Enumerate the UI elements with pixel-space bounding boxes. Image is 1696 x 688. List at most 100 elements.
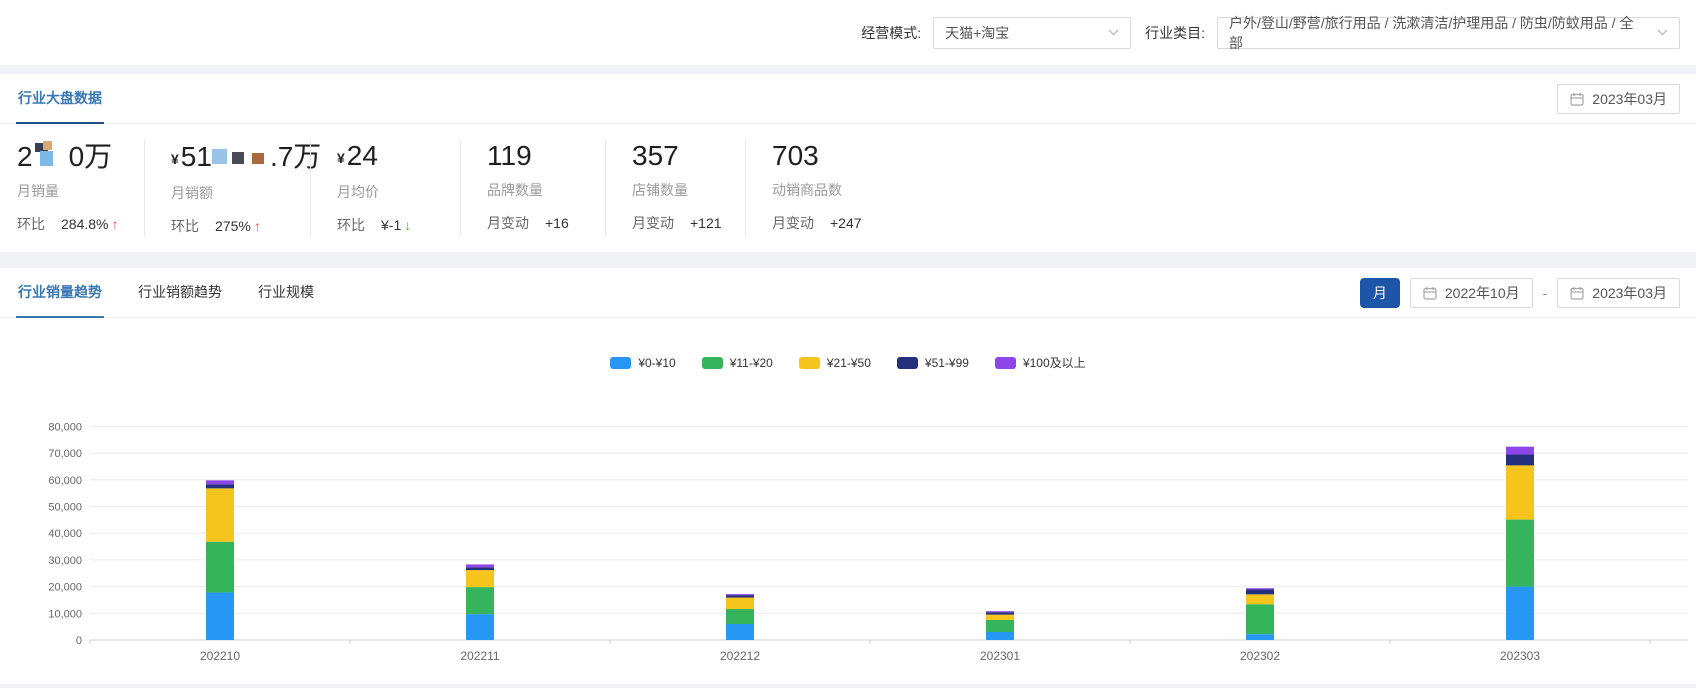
stat-value: 357 bbox=[632, 140, 679, 171]
overview-tabrow: 行业大盘数据 2023年03月 bbox=[0, 74, 1696, 124]
bar-segment[interactable] bbox=[1246, 594, 1274, 605]
trend-tab-1[interactable]: 行业销额趋势 bbox=[136, 268, 224, 318]
stat-card: 703 动销商品数月变动 +247 bbox=[745, 140, 862, 236]
y-axis-label: 40,000 bbox=[48, 528, 82, 540]
legend-swatch bbox=[798, 356, 820, 369]
sales-chart[interactable]: 0 10,000 20,000 30,000 40,000 50,000 60,000 70,… bbox=[0, 383, 1696, 688]
calendar-icon bbox=[1570, 286, 1584, 300]
tab-industry-overview[interactable]: 行业大盘数据 bbox=[16, 74, 104, 124]
overview-date-picker[interactable]: 2023年03月 bbox=[1557, 83, 1680, 114]
bar-segment[interactable] bbox=[1246, 589, 1274, 595]
stat-label: 月销量 bbox=[17, 183, 59, 199]
x-axis-label: 202212 bbox=[720, 649, 760, 663]
bar-segment[interactable] bbox=[206, 480, 234, 485]
bar-segment[interactable] bbox=[1246, 634, 1274, 640]
bar-segment[interactable] bbox=[1506, 465, 1534, 520]
legend-label: ¥21-¥50 bbox=[826, 355, 871, 370]
date-range-start-value: 2022年10月 bbox=[1444, 284, 1520, 301]
bar-segment[interactable] bbox=[986, 612, 1014, 615]
stat-sub: 月变动 +16 bbox=[487, 215, 569, 231]
calendar-icon bbox=[1570, 92, 1584, 106]
stat-sub: 月变动 +121 bbox=[632, 215, 722, 231]
trend-tab-2[interactable]: 行业规模 bbox=[256, 268, 316, 318]
legend-label: ¥0-¥10 bbox=[638, 355, 676, 370]
y-axis-label: 70,000 bbox=[48, 448, 82, 460]
overview-card: 行业大盘数据 2023年03月 2 0万 月销量 环比 284.8% ↑ ¥51.7万 月销额… bbox=[0, 74, 1696, 252]
trend-card: 行业销量趋势 行业销额趋势 行业规模 月 2022年10月 - 2023年03月 ¥… bbox=[0, 268, 1696, 684]
date-range-end[interactable]: 2023年03月 bbox=[1557, 277, 1680, 308]
legend-item[interactable]: ¥0-¥10 bbox=[610, 355, 676, 370]
date-range-end-value: 2023年03月 bbox=[1592, 284, 1667, 301]
bar-segment[interactable] bbox=[1246, 588, 1274, 590]
stat-card: 2 0万月销量环比 284.8% ↑ bbox=[0, 140, 144, 236]
y-axis-label: 80,000 bbox=[48, 421, 82, 433]
legend-item[interactable]: ¥21-¥50 bbox=[798, 355, 871, 370]
x-axis-label: 202211 bbox=[460, 649, 499, 663]
trend-tab-label: 行业销量趋势 bbox=[18, 283, 102, 300]
bar-segment[interactable] bbox=[466, 587, 494, 615]
bar-segment[interactable] bbox=[726, 597, 754, 610]
bar-segment[interactable] bbox=[726, 609, 754, 624]
bar-segment[interactable] bbox=[1246, 604, 1274, 635]
category-filter: 行业类目: 户外/登山/野营/旅行用品 / 洗漱清洁/护理用品 / 防虫/防蚊用… bbox=[1145, 15, 1680, 51]
y-axis-label: 20,000 bbox=[48, 582, 82, 594]
bar-segment[interactable] bbox=[1506, 519, 1534, 587]
calendar-icon bbox=[1423, 286, 1437, 300]
category-label: 行业类目: bbox=[1145, 24, 1205, 41]
bar-segment[interactable] bbox=[206, 484, 234, 489]
bar-segment[interactable] bbox=[986, 611, 1014, 613]
stat-value: 703 bbox=[772, 140, 819, 171]
bar-segment[interactable] bbox=[206, 592, 234, 640]
legend-item[interactable]: ¥51-¥99 bbox=[896, 355, 969, 370]
tab-industry-overview-label: 行业大盘数据 bbox=[18, 89, 102, 106]
bar-segment[interactable] bbox=[1506, 454, 1534, 466]
stat-value: 119 bbox=[487, 140, 532, 171]
legend-swatch bbox=[896, 356, 918, 369]
business-mode-label: 经营模式: bbox=[861, 24, 922, 41]
bar-segment[interactable] bbox=[466, 564, 494, 568]
chevron-down-icon bbox=[1657, 29, 1668, 36]
category-select[interactable]: 户外/登山/野营/旅行用品 / 洗漱清洁/护理用品 / 防虫/防蚊用品 / 全部 bbox=[1217, 15, 1680, 51]
stat-label: 动销商品数 bbox=[772, 182, 842, 198]
legend-swatch bbox=[701, 356, 723, 369]
stat-sub: 月变动 +247 bbox=[772, 215, 862, 231]
trend-tab-0[interactable]: 行业销量趋势 bbox=[16, 268, 104, 318]
x-axis-label: 202303 bbox=[1500, 649, 1540, 663]
legend-label: ¥100及以上 bbox=[1022, 356, 1086, 370]
business-mode-select[interactable]: 天猫+淘宝 bbox=[933, 16, 1132, 49]
bar-segment[interactable] bbox=[466, 567, 494, 571]
y-axis-label: 50,000 bbox=[48, 502, 82, 514]
trend-tab-label: 行业销额趋势 bbox=[138, 283, 222, 300]
legend-item[interactable]: ¥100及以上 bbox=[994, 354, 1086, 371]
legend-label: ¥51-¥99 bbox=[924, 355, 969, 370]
censored-pixels-overlay bbox=[211, 140, 270, 170]
period-month-button[interactable]: 月 bbox=[1359, 277, 1400, 308]
bar-segment[interactable] bbox=[1506, 446, 1534, 455]
bar-segment[interactable] bbox=[986, 614, 1014, 620]
x-axis-label: 202301 bbox=[980, 649, 1020, 663]
stat-label: 店铺数量 bbox=[632, 182, 688, 198]
up-arrow-icon: ↑ bbox=[111, 216, 119, 232]
bar-segment[interactable] bbox=[726, 595, 754, 598]
bar-segment[interactable] bbox=[986, 631, 1014, 640]
bar-segment[interactable] bbox=[726, 623, 754, 640]
stat-sub: 环比 284.8% ↑ bbox=[17, 216, 119, 232]
bar-segment[interactable] bbox=[726, 594, 754, 596]
bar-segment[interactable] bbox=[466, 614, 494, 640]
date-range-start[interactable]: 2022年10月 bbox=[1409, 277, 1533, 308]
stat-label: 月均价 bbox=[337, 184, 379, 200]
stat-value: 2 0万 bbox=[17, 141, 113, 172]
stat-label: 品牌数量 bbox=[487, 182, 543, 198]
up-arrow-icon: ↑ bbox=[253, 218, 261, 234]
legend-swatch bbox=[994, 356, 1016, 369]
filter-bar: 经营模式: 天猫+淘宝 行业类目: 户外/登山/野营/旅行用品 / 洗漱清洁/护… bbox=[0, 0, 1696, 65]
bar-segment[interactable] bbox=[1506, 586, 1534, 640]
bar-segment[interactable] bbox=[986, 619, 1014, 632]
bar-segment[interactable] bbox=[206, 488, 234, 542]
bar-segment[interactable] bbox=[466, 570, 494, 588]
legend-item[interactable]: ¥11-¥20 bbox=[701, 356, 773, 370]
stat-value: ¥24 bbox=[337, 140, 378, 171]
stat-sub: 环比 275% ↑ bbox=[171, 218, 261, 234]
down-arrow-icon: ↓ bbox=[404, 217, 412, 233]
bar-segment[interactable] bbox=[206, 541, 234, 593]
